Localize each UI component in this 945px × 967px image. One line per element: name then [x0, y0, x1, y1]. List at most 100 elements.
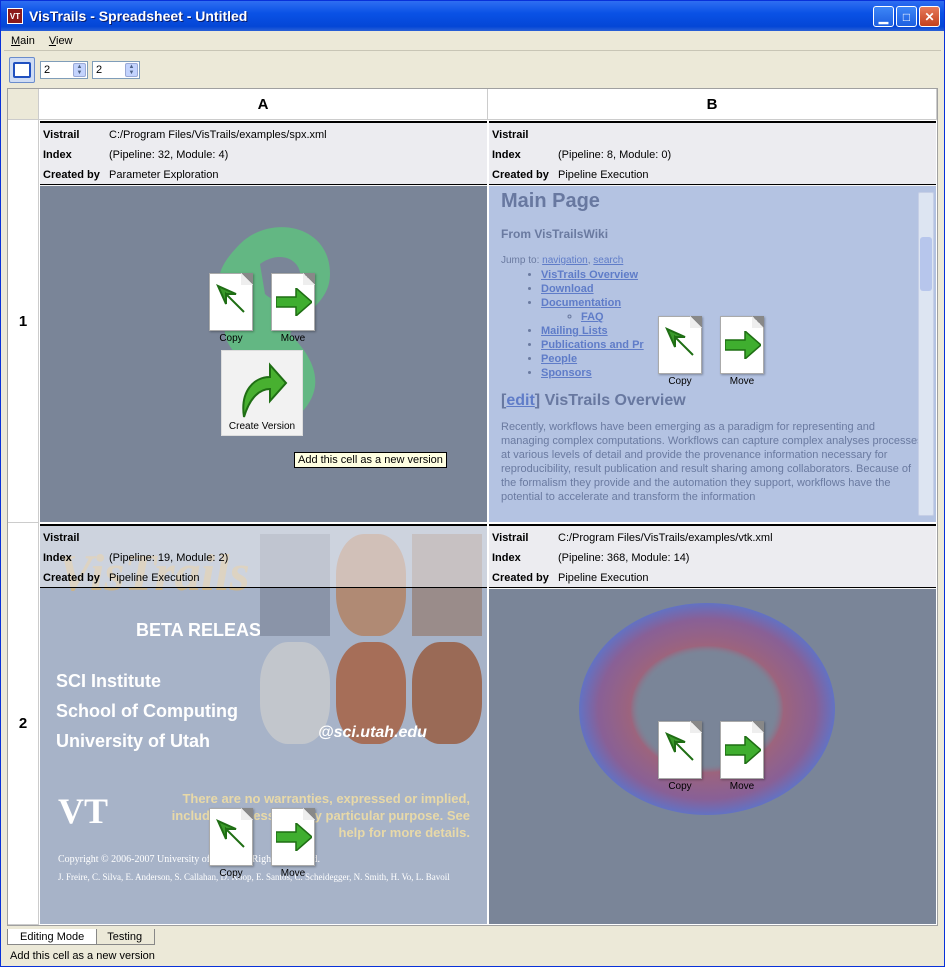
- vt-logo: VT: [58, 791, 109, 831]
- index-value: (Pipeline: 8, Module: 0): [558, 149, 672, 161]
- link-documentation[interactable]: Documentation: [541, 297, 621, 309]
- title-bar[interactable]: VT VisTrails - Spreadsheet - Untitled ▁ …: [1, 1, 944, 31]
- info-key: Created by: [492, 572, 549, 584]
- link-sponsors[interactable]: Sponsors: [541, 367, 592, 379]
- spreadsheet-grid: A B 1 2 Vistrail C:/Program Files/VisTrai…: [7, 88, 938, 926]
- cell-b1[interactable]: Vistrail Index (Pipeline: 8, Module: 0) C…: [489, 121, 936, 522]
- tooltip: Add this cell as a new version: [294, 452, 447, 468]
- curved-arrow-icon: [242, 362, 288, 418]
- column-header-a[interactable]: A: [39, 89, 488, 120]
- tab-testing[interactable]: Testing: [94, 929, 156, 945]
- menu-view[interactable]: View: [42, 35, 80, 47]
- create-version-label: Create Version: [228, 421, 296, 432]
- window-title: VisTrails - Spreadsheet - Untitled: [29, 8, 248, 24]
- wiki-paragraph: Recently, workflows have been emerging a…: [501, 421, 923, 503]
- menu-main[interactable]: Main: [4, 35, 42, 47]
- cell-info-panel: Vistrail Index (Pipeline: 8, Module: 0) C…: [489, 121, 936, 185]
- create-version-target[interactable]: Create Version: [221, 350, 303, 436]
- cell-b2[interactable]: Vistrail C:/Program Files/VisTrails/examp…: [489, 524, 936, 924]
- link-faq[interactable]: FAQ: [581, 311, 604, 323]
- link-people[interactable]: People: [541, 353, 577, 365]
- tab-editing-mode[interactable]: Editing Mode: [7, 929, 98, 945]
- copy-move-overlay: Copy Move: [202, 808, 322, 879]
- move-icon: [271, 273, 315, 331]
- index-value: (Pipeline: 368, Module: 14): [558, 552, 690, 564]
- copy-icon: [658, 316, 702, 374]
- copy-move-overlay: Copy Move: [202, 273, 322, 344]
- index-value: (Pipeline: 19, Module: 2): [109, 552, 229, 564]
- copy-target[interactable]: Copy: [202, 273, 260, 344]
- copy-move-overlay: Copy Move: [651, 721, 771, 792]
- cell-info-panel: Vistrail Index (Pipeline: 19, Module: 2) …: [40, 524, 487, 588]
- cell-info-panel: Vistrail C:/Program Files/VisTrails/examp…: [40, 121, 487, 185]
- info-key: Vistrail: [43, 129, 80, 141]
- wiki-section-heading: [edit] VisTrails Overview: [501, 392, 686, 409]
- link-download[interactable]: Download: [541, 283, 594, 295]
- minimize-button[interactable]: ▁: [873, 6, 894, 27]
- info-key: Created by: [492, 169, 549, 181]
- copy-move-overlay: Copy Move: [651, 316, 771, 387]
- cell-render-area[interactable]: Main Page From VisTrailsWiki Jump to: na…: [489, 186, 936, 522]
- index-value: (Pipeline: 32, Module: 4): [109, 149, 229, 161]
- move-icon: [720, 316, 764, 374]
- info-key: Created by: [43, 169, 100, 181]
- info-key: Index: [43, 552, 72, 564]
- splash-inst3: University of Utah: [56, 731, 211, 751]
- row-header-1[interactable]: 1: [8, 120, 39, 523]
- link-publications[interactable]: Publications and Pr: [541, 339, 644, 351]
- cols-spinbox[interactable]: 2 ▲ ▼: [92, 61, 140, 79]
- copy-label: Copy: [668, 781, 692, 792]
- wiki-title: Main Page: [501, 190, 600, 212]
- link-search[interactable]: search: [593, 255, 623, 266]
- close-button[interactable]: ✕: [919, 6, 940, 27]
- copy-target[interactable]: Copy: [202, 808, 260, 879]
- link-mailing-lists[interactable]: Mailing Lists: [541, 325, 608, 337]
- copy-icon: [209, 273, 253, 331]
- row-header-2[interactable]: 2: [8, 523, 39, 925]
- move-target[interactable]: Move: [264, 808, 322, 879]
- frame-icon: [13, 62, 31, 78]
- info-key: Vistrail: [492, 532, 529, 544]
- spin-arrows-icon[interactable]: ▲ ▼: [73, 63, 86, 77]
- rows-spinbox[interactable]: 2 ▲ ▼: [40, 61, 88, 79]
- sheet-tabs: Editing Mode Testing: [7, 929, 156, 945]
- copy-target[interactable]: Copy: [651, 721, 709, 792]
- copy-label: Copy: [219, 333, 243, 344]
- copy-target[interactable]: Copy: [651, 316, 709, 387]
- cell-a2[interactable]: VisTrails BETA RELEASE SCI Institute Sch…: [40, 524, 487, 924]
- cell-info-panel: Vistrail C:/Program Files/VisTrails/examp…: [489, 524, 936, 588]
- main-window: VT VisTrails - Spreadsheet - Untitled ▁ …: [0, 0, 945, 967]
- splash-inst1: SCI Institute: [56, 671, 162, 691]
- wiki-subtitle: From VisTrailsWiki: [501, 227, 609, 241]
- column-header-b[interactable]: B: [488, 89, 937, 120]
- edit-link[interactable]: edit: [506, 392, 534, 409]
- move-target[interactable]: Move: [713, 721, 771, 792]
- move-target[interactable]: Move: [264, 273, 322, 344]
- scroll-thumb[interactable]: [920, 237, 932, 291]
- move-target[interactable]: Move: [713, 316, 771, 387]
- info-key: Vistrail: [492, 129, 529, 141]
- fit-cells-button[interactable]: [9, 57, 35, 83]
- info-key: Index: [492, 149, 521, 161]
- link-navigation[interactable]: navigation: [542, 255, 588, 266]
- grid-corner[interactable]: [8, 89, 39, 120]
- link-overview[interactable]: VisTrails Overview: [541, 269, 638, 281]
- jump-prefix: Jump to:: [501, 255, 543, 266]
- move-label: Move: [280, 333, 306, 344]
- maximize-button[interactable]: □: [896, 6, 917, 27]
- info-key: Vistrail: [43, 532, 80, 544]
- spin-arrows-icon[interactable]: ▲ ▼: [125, 63, 138, 77]
- info-key: Index: [492, 552, 521, 564]
- copy-icon: [658, 721, 702, 779]
- cell-a1[interactable]: Vistrail C:/Program Files/VisTrails/examp…: [40, 121, 487, 522]
- copy-label: Copy: [219, 868, 243, 879]
- created-by-value: Pipeline Execution: [558, 572, 649, 584]
- rows-value: 2: [44, 64, 51, 76]
- vertical-scrollbar[interactable]: [918, 192, 934, 516]
- cell-render-area[interactable]: Copy Move: [489, 589, 936, 924]
- cols-value: 2: [96, 64, 103, 76]
- move-icon: [271, 808, 315, 866]
- cell-render-area[interactable]: Copy Move Create Version Add this cell a…: [40, 186, 487, 522]
- vistrails-icon: VT: [7, 8, 23, 24]
- info-key: Index: [43, 149, 72, 161]
